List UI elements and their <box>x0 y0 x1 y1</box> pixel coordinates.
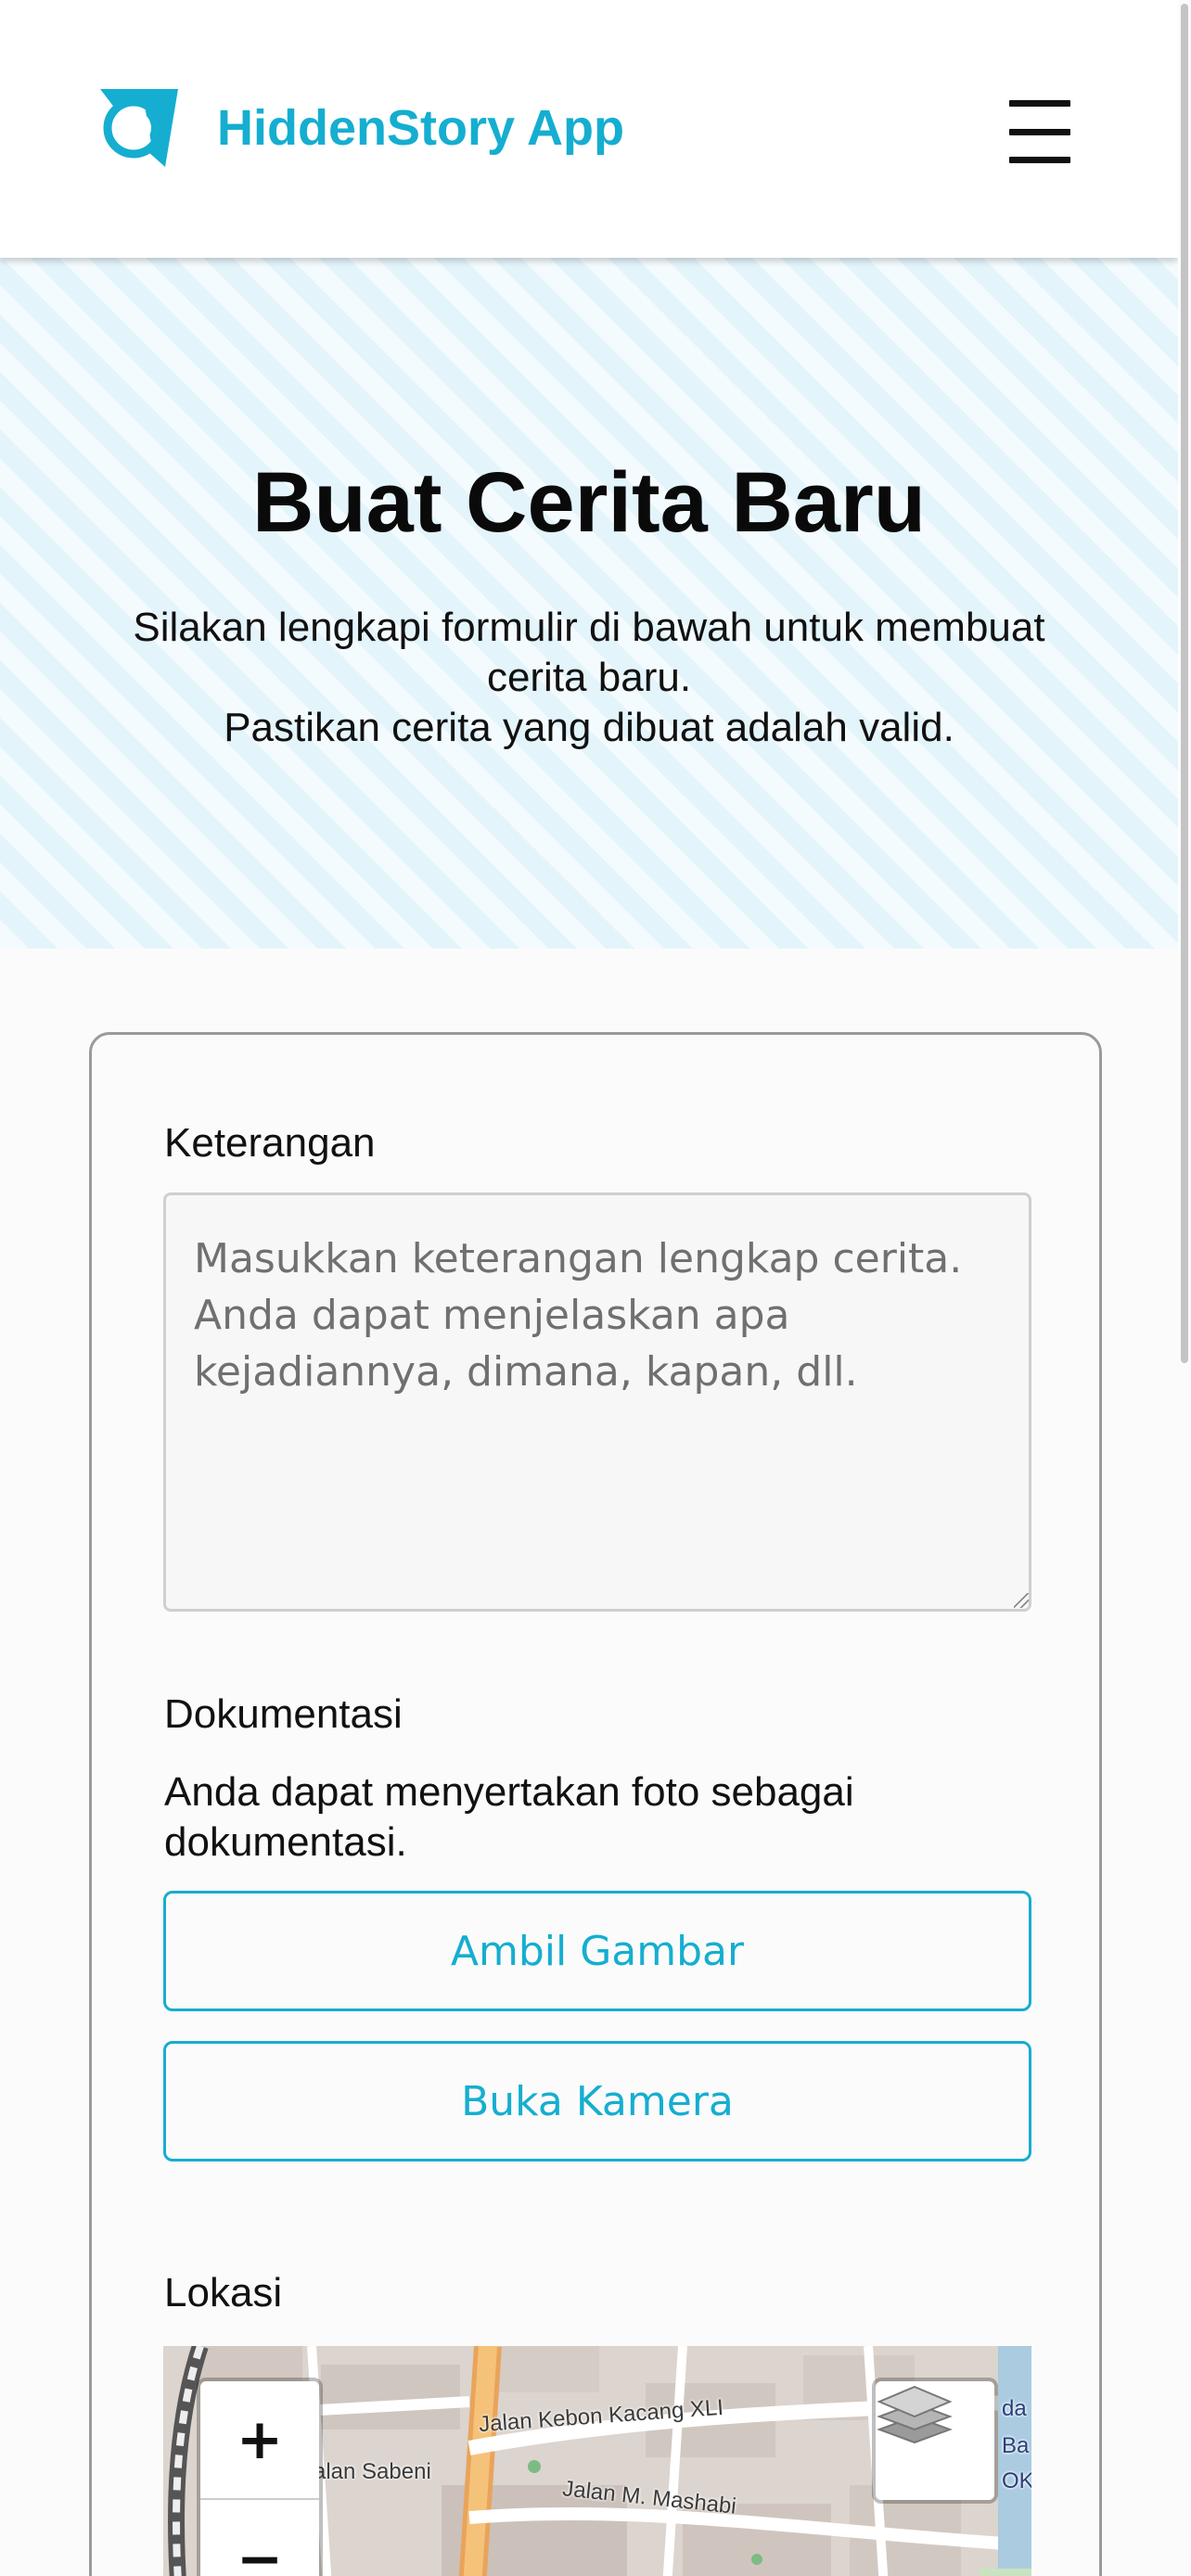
description-textarea[interactable] <box>163 1192 1031 1612</box>
resize-handle-icon[interactable] <box>1014 1593 1029 1608</box>
page-title: Buat Cerita Baru <box>252 455 926 550</box>
new-story-form: Keterangan Dokumentasi Anda dapat menyer… <box>89 1032 1102 2576</box>
map-place-label: da <box>1002 2396 1027 2421</box>
location-label: Lokasi <box>164 2270 283 2315</box>
page-scrollbar-thumb[interactable] <box>1181 4 1188 1363</box>
description-label: Keterangan <box>164 1120 376 1166</box>
hamburger-menu-icon[interactable] <box>1009 100 1070 163</box>
pick-image-button[interactable]: Ambil Gambar <box>163 1891 1031 2011</box>
app-name: HiddenStory App <box>217 100 624 156</box>
open-camera-button[interactable]: Buka Kamera <box>163 2041 1031 2162</box>
hero-banner: Buat Cerita Baru Silakan lengkapi formul… <box>0 258 1178 949</box>
brand[interactable]: HiddenStory App <box>96 87 624 169</box>
map-place-label: OKI <box>1002 2468 1031 2493</box>
page-subtitle: Silakan lengkapi formulir di bawah untuk… <box>83 603 1095 753</box>
story-logo-icon <box>100 89 178 167</box>
zoom-out-button[interactable]: − <box>200 2500 319 2576</box>
page-subtitle-line-2: Pastikan cerita yang dibuat adalah valid… <box>224 705 954 750</box>
location-map[interactable]: Jalan Kebon Kacang XLI Jalan Sabeni Jala… <box>163 2346 1031 2576</box>
page-subtitle-line-1: Silakan lengkapi formulir di bawah untuk… <box>133 605 1045 700</box>
map-place-label: Ba <box>1002 2433 1030 2458</box>
zoom-in-button[interactable]: + <box>200 2381 319 2500</box>
layers-button[interactable] <box>872 2378 998 2504</box>
layers-icon <box>877 2385 953 2444</box>
map-zoom-control: + − <box>197 2378 323 2576</box>
documentation-label: Dokumentasi <box>164 1691 403 1737</box>
app-header: HiddenStory App <box>0 0 1178 258</box>
documentation-help-text: Anda dapat menyertakan foto sebagai doku… <box>164 1769 854 1865</box>
